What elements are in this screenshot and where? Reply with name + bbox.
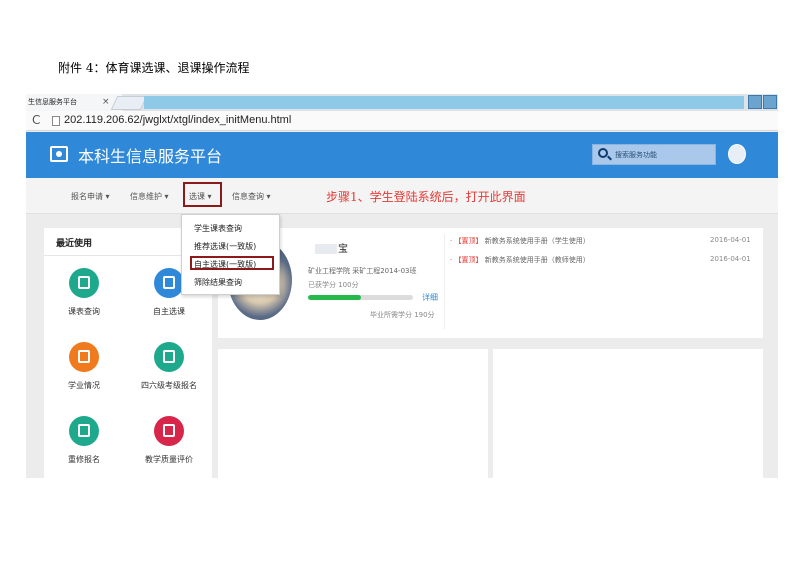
nav-item-registration[interactable]: 报名申请 ▾: [71, 191, 110, 202]
tile-label: 重修报名: [68, 455, 100, 464]
divider: [444, 234, 445, 329]
menu-item-recommended[interactable]: 推荐选课(一致版): [194, 241, 256, 252]
tile-retake-registration[interactable]: 重修报名: [49, 416, 119, 465]
student-class: 矿业工程学院 采矿工程2014-03班: [308, 267, 417, 275]
tile-timetable[interactable]: 课表查询: [49, 268, 119, 317]
empty-panel: [493, 349, 763, 478]
tile-label: 自主选课: [153, 307, 185, 316]
app-title: 本科生信息服务平台: [78, 149, 223, 166]
tab-strip: [144, 96, 744, 109]
search-icon: [598, 148, 608, 158]
document-heading: 附件 4：体育课选课、退课操作流程: [58, 61, 250, 75]
nav-item-info-maintenance[interactable]: 信息维护 ▾: [130, 191, 169, 202]
search-placeholder: 搜索服务功能: [615, 151, 657, 159]
student-name: 宝: [315, 240, 348, 255]
tile-cet-registration[interactable]: 四六级考级报名: [134, 342, 204, 391]
url-text[interactable]: 202.119.206.62/jwglxt/xtgl/index_initMen…: [64, 114, 291, 126]
maximize-button[interactable]: [763, 95, 777, 109]
tile-label: 课表查询: [68, 307, 100, 316]
step-annotation: 步骤1、学生登陆系统后，打开此界面: [326, 190, 526, 204]
menu-item-timetable[interactable]: 学生课表查询: [194, 223, 242, 234]
minimize-button[interactable]: [748, 95, 762, 109]
credit-progress-fill: [308, 295, 361, 300]
menu-item-filter-results[interactable]: 筛除结果查询: [194, 277, 242, 288]
highlight-box: [183, 182, 222, 207]
tile-label: 学业情况: [68, 381, 100, 390]
earned-credits: 已获学分 100分: [308, 281, 359, 289]
page-icon: [52, 116, 60, 126]
tile-academic-status[interactable]: 学业情况: [49, 342, 119, 391]
browser-tab-bar: 生信息服务平台 ×: [26, 94, 778, 111]
search-input[interactable]: 搜索服务功能: [592, 144, 716, 165]
tile-label: 教学质量评价: [145, 455, 193, 464]
tile-label: 四六级考级报名: [141, 381, 197, 390]
screenshot: 生信息服务平台 × C 202.119.206.62/jwglxt/xtgl/i…: [26, 94, 778, 478]
main-nav: 报名申请 ▾ 信息维护 ▾ 选课 ▾ 信息查询 ▾ 步骤1、学生登陆系统后，打开…: [26, 178, 778, 214]
recent-title: 最近使用: [56, 239, 93, 249]
highlight-box: [190, 256, 274, 270]
news-item[interactable]: · 【置顶】 新教务系统使用手册（教师使用）: [450, 255, 590, 265]
table-icon: [69, 268, 99, 298]
browser-tab-title: 生信息服务平台: [28, 98, 77, 106]
address-bar: C 202.119.206.62/jwglxt/xtgl/index_initM…: [26, 111, 778, 131]
select-icon: [154, 268, 184, 298]
book-icon: [69, 416, 99, 446]
course-selection-menu: 学生课表查询 推荐选课(一致版) 自主选课(一致版) 筛除结果查询: [181, 214, 280, 295]
nav-item-info-query[interactable]: 信息查询 ▾: [232, 191, 271, 202]
empty-panel: [218, 349, 488, 478]
required-credits: 毕业所需学分 190分: [370, 311, 435, 319]
profile-card: 宝 矿业工程学院 采矿工程2014-03班 已获学分 100分 详细 毕业所需学…: [218, 228, 763, 338]
detail-link[interactable]: 详细: [422, 292, 438, 303]
tile-teaching-evaluation[interactable]: 教学质量评价: [134, 416, 204, 465]
news-date: 2016-04-01: [710, 236, 751, 244]
app-header: 本科生信息服务平台 搜索服务功能: [26, 132, 778, 178]
credit-progress-bar: [308, 295, 413, 300]
exam-icon: [154, 342, 184, 372]
reload-icon[interactable]: C: [32, 113, 40, 127]
browser-tab[interactable]: 生信息服务平台 ×: [26, 94, 122, 111]
hand-icon: [69, 342, 99, 372]
news-date: 2016-04-01: [710, 255, 751, 263]
user-avatar-icon[interactable]: [728, 144, 746, 164]
news-item[interactable]: · 【置顶】 新教务系统使用手册（学生使用）: [450, 236, 590, 246]
tab-close-icon[interactable]: ×: [102, 94, 110, 110]
new-tab-button[interactable]: [110, 96, 148, 110]
evaluation-icon: [154, 416, 184, 446]
logo-icon: [50, 146, 68, 162]
